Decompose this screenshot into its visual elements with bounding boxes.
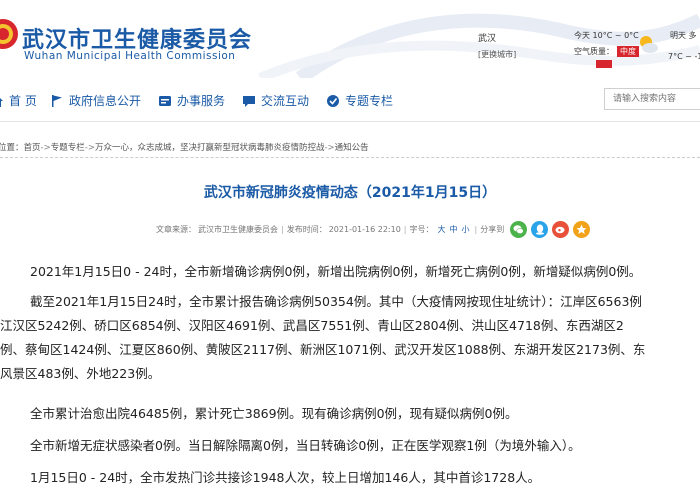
published-value: 2021-01-16 22:10 [328, 224, 401, 234]
nav-item-label: 首 页 [9, 94, 37, 108]
home-icon [0, 97, 3, 107]
breadcrumb-topics[interactable]: 专题专栏 [51, 143, 85, 153]
nav-item-topics[interactable]: 专题专栏 [326, 92, 393, 109]
nav-item-label: 办事服务 [177, 94, 226, 108]
site-header: 武汉市卫生健康委员会 Wuhan Municipal Health Commis… [0, 0, 700, 78]
font-size-medium[interactable]: 中 [450, 224, 458, 235]
weibo-icon[interactable] [552, 220, 570, 238]
article-meta: 文章来源： 武汉市卫生健康委员会 | 发布时间： 2021-01-16 22:1… [156, 220, 591, 238]
air-quality-label: 空气质量： [574, 47, 614, 56]
nav-item-label: 专题专栏 [345, 94, 394, 108]
qzone-icon[interactable] [573, 220, 591, 238]
flag-icon [52, 94, 62, 107]
site-subtitle: Wuhan Municipal Health Commission [24, 50, 236, 62]
main-nav: 首 页 政府信息公开 办事服务 交流互动 专题专栏 [0, 80, 700, 122]
paragraph: 全市累计治愈出院46485例，累计死亡3869例。现有确诊病例0例，现有疑似病例… [30, 406, 518, 421]
wechat-icon[interactable] [510, 220, 528, 238]
air-quality: 空气质量： 中度 [574, 46, 639, 57]
breadcrumb-notices[interactable]: 通知公告 [335, 143, 369, 153]
weather-today: 今天 10°C ~ 0°C [574, 31, 639, 40]
published-label: 发布时间： [286, 224, 327, 234]
breadcrumb-separator: -> [84, 143, 95, 153]
weather-tomorrow: 明天 多 [670, 31, 697, 40]
nav-item-home[interactable]: 首 页 [0, 92, 37, 109]
font-size-large[interactable]: 大 [438, 224, 446, 235]
nav-item-gov-info[interactable]: 政府信息公开 [50, 92, 141, 109]
change-city-link[interactable]: [更换城市] [478, 47, 516, 62]
article-content: 2021年1月15日0 - 24时，全市新增确诊病例0例，新增出院病例0例，新增… [0, 252, 700, 500]
breadcrumb-separator: -> [40, 143, 51, 153]
share-label: 分享到 [480, 224, 505, 234]
national-emblem-icon [0, 19, 18, 49]
qq-icon[interactable] [531, 220, 549, 238]
nav-item-interaction[interactable]: 交流互动 [242, 92, 309, 109]
paragraph: 1月15日0 - 24时，全市发热门诊共接诊1948人次，较上日增加146人，其… [30, 470, 541, 485]
air-quality-bar [596, 60, 612, 68]
source-label: 文章来源： [156, 224, 196, 234]
article-title: 武汉市新冠肺炎疫情动态（2021年1月15日） [203, 185, 497, 201]
city-block: 武汉 [更换城市] [478, 32, 516, 62]
meta-separator: | [403, 224, 407, 234]
nav-item-label: 交流互动 [261, 94, 310, 108]
topic-icon [327, 94, 339, 107]
paragraph: 江汉区5242例、硚口区6854例、汉阳区4691例、武昌区7551例、青山区2… [0, 318, 624, 333]
nav-item-services[interactable]: 办事服务 [158, 92, 225, 109]
font-size-small[interactable]: 小 [462, 224, 470, 235]
service-icon [159, 95, 171, 106]
nav-item-label: 政府信息公开 [69, 94, 142, 108]
breadcrumb-home[interactable]: 首页 [24, 143, 41, 153]
paragraph: 截至2021年1月15日24时，全市累计报告确诊病例50354例。其中（大疫情网… [30, 294, 642, 309]
breadcrumb-prefix: 位置： [0, 143, 24, 153]
paragraph: 全市新增无症状感染者0例。当日解除隔离0例，当日转确诊0例，正在医学观察1例（为… [30, 438, 581, 453]
search-input[interactable] [604, 88, 700, 110]
chat-icon [243, 95, 255, 107]
meta-separator: | [474, 224, 478, 234]
font-size-label: 字号： [409, 224, 434, 234]
paragraph: 风景区483例、外地223例。 [0, 366, 161, 381]
breadcrumb: 位置：首页->专题专栏->万众一心，众志成城，坚决打赢新型冠状病毒肺炎疫情防控战… [0, 138, 700, 158]
city-name: 武汉 [478, 34, 497, 44]
sun-cloud-icon [640, 36, 658, 53]
temp-tomorrow: 7°C ~ -1° [668, 52, 700, 61]
breadcrumb-separator: -> [324, 143, 335, 153]
breadcrumb-campaign[interactable]: 万众一心，众志成城，坚决打赢新型冠状病毒肺炎疫情防控战 [95, 143, 325, 153]
paragraph: 2021年1月15日0 - 24时，全市新增确诊病例0例，新增出院病例0例，新增… [30, 264, 642, 279]
paragraph: 例、蔡甸区1424例、江夏区860例、黄陂区2117例、新洲区1071例、武汉开… [0, 342, 646, 357]
source-value: 武汉市卫生健康委员会 [198, 224, 278, 234]
meta-separator: | [281, 224, 284, 234]
